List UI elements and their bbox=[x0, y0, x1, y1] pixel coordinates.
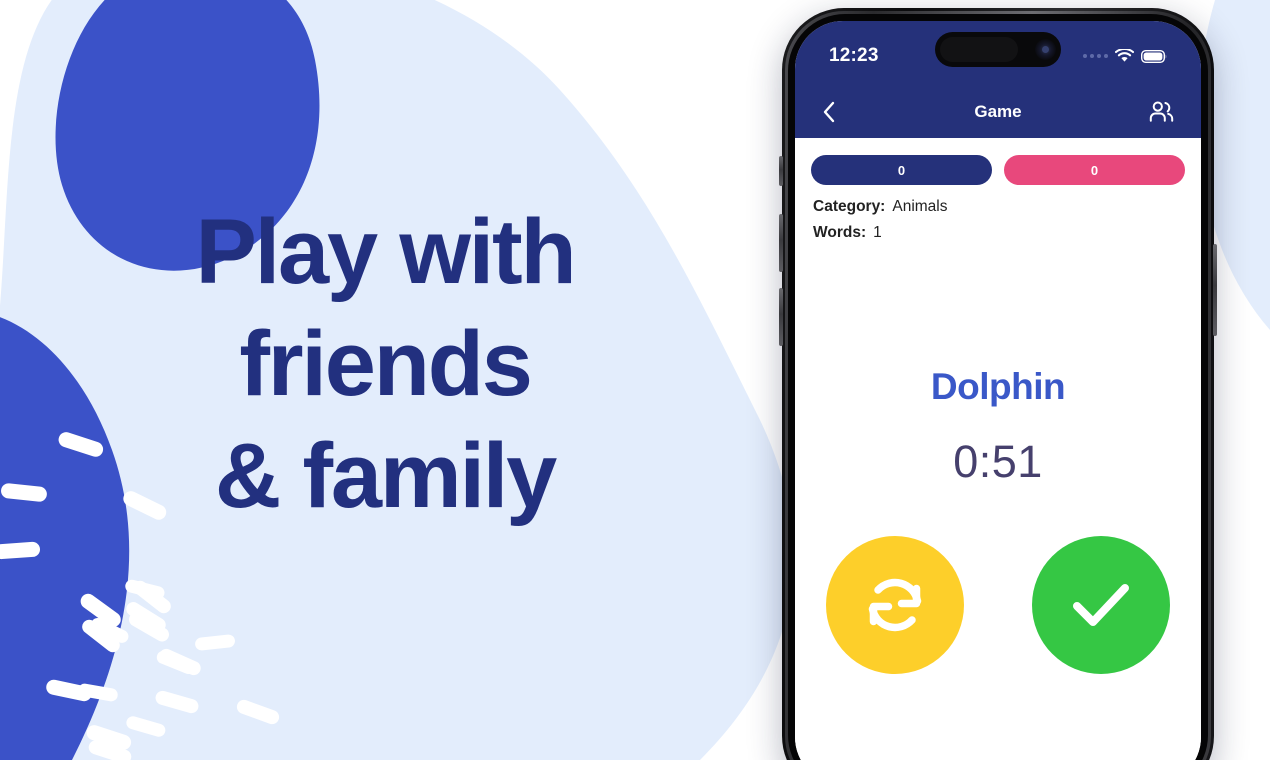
refresh-skip-icon bbox=[868, 578, 922, 632]
countdown-timer: 0:51 bbox=[953, 436, 1043, 487]
round-info: Category: Animals Words: 1 bbox=[795, 185, 1201, 246]
wifi-icon bbox=[1115, 49, 1134, 62]
phone-screen: 12:23 Game 0 0 Category: Animals Words: … bbox=[795, 21, 1201, 760]
words-value: 1 bbox=[873, 224, 882, 242]
dynamic-island bbox=[935, 32, 1061, 67]
silence-switch-button[interactable] bbox=[779, 156, 783, 186]
promo-banner: Play with friends & family 12:23 Game 0 … bbox=[0, 0, 1270, 760]
back-button[interactable] bbox=[822, 101, 835, 123]
phone-mockup: 12:23 Game 0 0 Category: Animals Words: … bbox=[779, 8, 1217, 760]
headline-line-3: & family bbox=[214, 425, 557, 528]
play-area: Dolphin 0:51 bbox=[795, 366, 1201, 674]
words-row: Words: 1 bbox=[813, 220, 1183, 246]
page-title: Game bbox=[974, 101, 1022, 121]
chevron-left-icon bbox=[823, 101, 835, 122]
category-value: Animals bbox=[892, 198, 948, 215]
category-label: Category: bbox=[813, 198, 886, 215]
signal-dots-icon bbox=[1083, 54, 1108, 58]
app-nav-bar: Game bbox=[795, 85, 1201, 138]
island-sensor-pill bbox=[940, 37, 1018, 62]
words-label: Words: bbox=[813, 224, 867, 242]
people-group-icon bbox=[1149, 101, 1174, 122]
action-buttons bbox=[795, 536, 1201, 674]
score-row: 0 0 bbox=[795, 138, 1201, 185]
players-button[interactable] bbox=[1149, 101, 1174, 123]
volume-down-button[interactable] bbox=[779, 288, 783, 346]
game-screen: 0 0 Category: Animals Words: 1 Dolphin 0 bbox=[795, 138, 1201, 760]
score-team-b[interactable]: 0 bbox=[1004, 155, 1185, 185]
checkmark-icon bbox=[1073, 584, 1129, 626]
status-bar-time: 12:23 bbox=[829, 45, 879, 66]
power-button[interactable] bbox=[1213, 244, 1217, 336]
status-bar-indicators bbox=[1083, 43, 1167, 63]
current-word: Dolphin bbox=[930, 366, 1066, 407]
headline-line-1: Play with bbox=[195, 201, 577, 303]
skip-word-button[interactable] bbox=[826, 536, 964, 674]
score-team-a[interactable]: 0 bbox=[811, 155, 992, 185]
headline-line-2: friends bbox=[239, 313, 533, 416]
correct-word-button[interactable] bbox=[1032, 536, 1170, 674]
category-row: Category: Animals bbox=[813, 194, 1183, 220]
battery-icon bbox=[1141, 49, 1167, 63]
volume-up-button[interactable] bbox=[779, 214, 783, 272]
front-camera-icon bbox=[1035, 39, 1056, 60]
promo-headline: Play with friends & family bbox=[0, 196, 770, 533]
